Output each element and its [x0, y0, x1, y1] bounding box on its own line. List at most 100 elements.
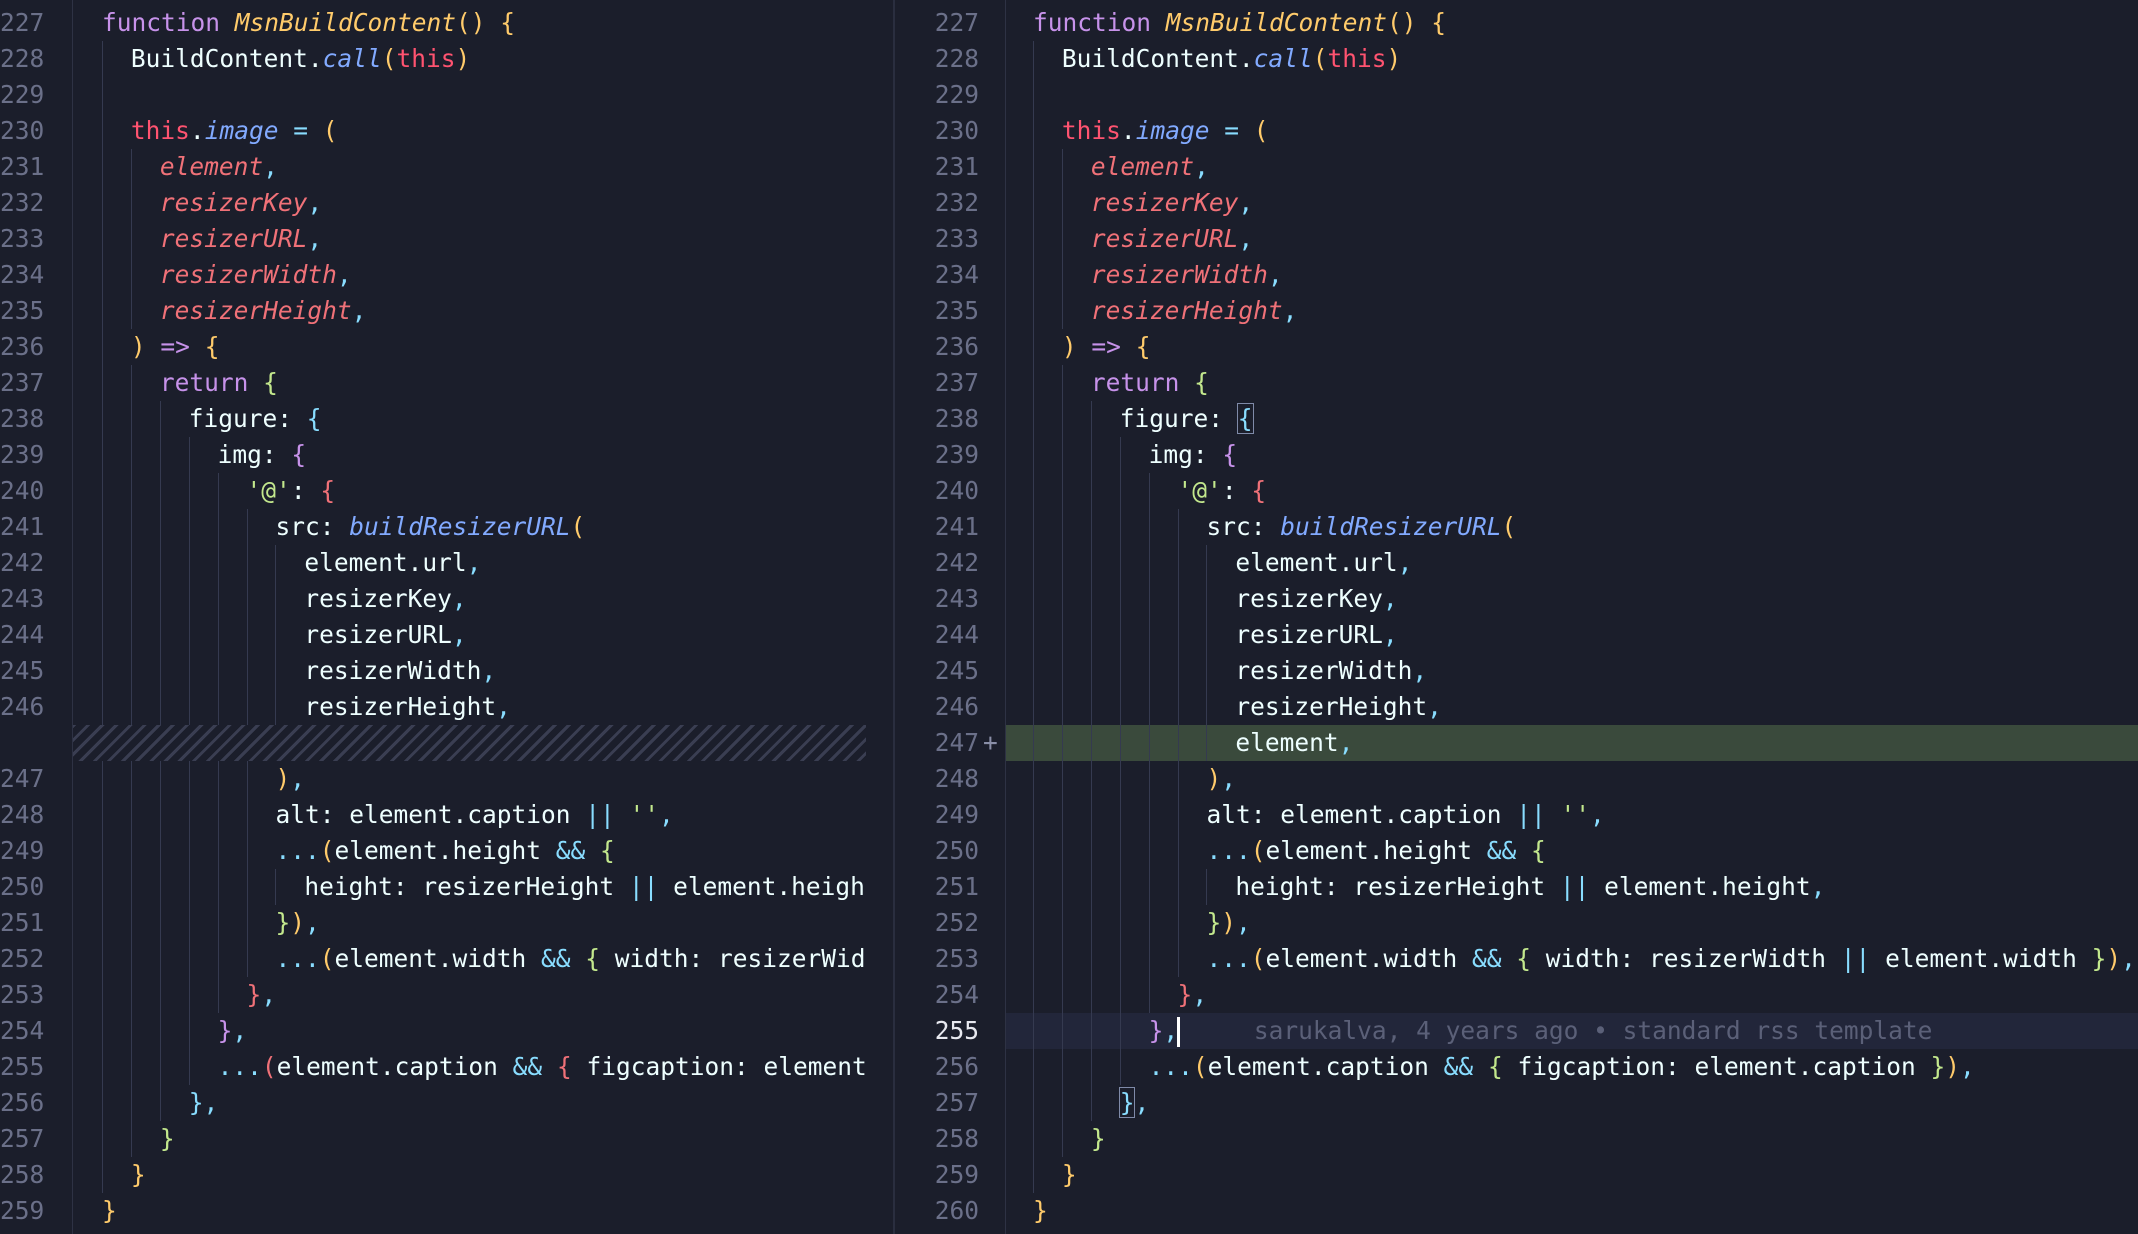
code-text[interactable]: '@': { [1178, 473, 1267, 509]
code-text[interactable]: } [1062, 1157, 1077, 1193]
code-line[interactable]: 245 resizerWidth, [895, 653, 2138, 689]
code-text[interactable]: alt: element.caption || '', [275, 797, 673, 833]
code-text[interactable]: ...(element.height && { [275, 833, 614, 869]
code-text[interactable]: }, [247, 977, 277, 1013]
code-text[interactable]: ) => { [1062, 329, 1151, 365]
code-line[interactable]: 244 resizerURL, [895, 617, 2138, 653]
code-line[interactable]: 251}), [0, 905, 866, 941]
code-line[interactable]: 235 resizerHeight, [895, 293, 2138, 329]
code-text[interactable]: resizerKey, [160, 185, 322, 221]
code-line[interactable]: 242 element.url, [895, 545, 2138, 581]
code-line[interactable]: 241 src: buildResizerURL( [895, 509, 2138, 545]
code-line[interactable]: 246 resizerHeight, [0, 689, 866, 725]
code-text[interactable]: } [1091, 1121, 1106, 1157]
code-line[interactable]: 238 figure: { [895, 401, 2138, 437]
code-line[interactable]: 255 ...(element.caption && { figcaption: … [0, 1049, 866, 1085]
code-line[interactable]: 251 height: resizerHeight || element.heig… [895, 869, 2138, 905]
code-line[interactable]: 259} [0, 1193, 866, 1229]
code-text[interactable]: }, [218, 1013, 248, 1049]
code-text[interactable]: ...(element.caption && { figcaption: ele… [218, 1049, 866, 1085]
code-text[interactable]: ...(element.width && { width: resizerWid… [275, 941, 866, 977]
code-line[interactable]: 231 element, [895, 149, 2138, 185]
code-text[interactable]: function MsnBuildContent() { [1033, 5, 1446, 41]
code-line[interactable]: 243 resizerKey, [0, 581, 866, 617]
code-line[interactable]: 259} [895, 1157, 2138, 1193]
code-text[interactable]: '@': { [247, 473, 336, 509]
code-text[interactable]: ...(element.caption && { figcaption: ele… [1149, 1049, 1975, 1085]
code-text[interactable]: element.url, [1235, 545, 1412, 581]
code-line[interactable]: 249 ...(element.height && { [0, 833, 866, 869]
code-text[interactable]: src: buildResizerURL( [1206, 509, 1516, 545]
code-line[interactable]: 227 function MsnBuildContent() { [0, 5, 866, 41]
code-line[interactable]: 245 resizerWidth, [0, 653, 866, 689]
code-line[interactable]: 249 alt: element.caption || '', [895, 797, 2138, 833]
code-line[interactable]: 243 resizerKey, [895, 581, 2138, 617]
code-line[interactable]: 232 resizerKey, [895, 185, 2138, 221]
code-text[interactable]: resizerHeight, [304, 689, 511, 725]
code-line[interactable]: 256 ...(element.caption && { figcaption: … [895, 1049, 2138, 1085]
code-text[interactable]: element, [1235, 725, 1353, 761]
code-text[interactable]: resizerKey, [304, 581, 466, 617]
code-line[interactable]: 236) => { [895, 329, 2138, 365]
code-text[interactable]: element, [1091, 149, 1209, 185]
code-line[interactable]: 229 [895, 77, 2138, 113]
code-text[interactable]: BuildContent.call(this) [1062, 41, 1401, 77]
code-text[interactable]: } [131, 1157, 146, 1193]
code-text[interactable]: ...(element.height && { [1206, 833, 1545, 869]
code-line[interactable]: 228 BuildContent.call(this) [895, 41, 2138, 77]
code-line[interactable]: 227 function MsnBuildContent() { [895, 5, 2138, 41]
code-line[interactable]: 237 return { [0, 365, 866, 401]
code-text[interactable]: img: { [218, 437, 307, 473]
code-text[interactable]: img: { [1149, 437, 1238, 473]
code-line[interactable]: 240 '@': { [0, 473, 866, 509]
code-line[interactable]: 232 resizerKey, [0, 185, 866, 221]
code-line[interactable]: 230 this.image = ( [0, 113, 866, 149]
code-line[interactable]: 240 '@': { [895, 473, 2138, 509]
code-line[interactable]: 233 resizerURL, [0, 221, 866, 257]
code-text[interactable]: }), [1206, 905, 1250, 941]
code-line[interactable]: 234 resizerWidth, [0, 257, 866, 293]
code-text[interactable]: figure: { [1120, 401, 1254, 437]
code-text[interactable]: src: buildResizerURL( [275, 509, 585, 545]
code-line[interactable]: 258} [0, 1157, 866, 1193]
code-text[interactable]: resizerURL, [160, 221, 322, 257]
code-text[interactable]: ) => { [131, 329, 220, 365]
code-text[interactable]: function MsnBuildContent() { [102, 5, 515, 41]
code-text[interactable]: resizerWidth, [304, 653, 496, 689]
diff-pane-modified[interactable]: 227 function MsnBuildContent() {228 BuildC… [895, 0, 2138, 1234]
code-line[interactable]: 234 resizerWidth, [895, 257, 2138, 293]
code-line[interactable]: 236) => { [0, 329, 866, 365]
code-text[interactable]: element, [160, 149, 278, 185]
pane-divider[interactable] [866, 0, 895, 1234]
code-text[interactable]: } [160, 1121, 175, 1157]
code-text[interactable]: figure: { [189, 401, 322, 437]
code-line[interactable]: 238 figure: { [0, 401, 866, 437]
code-text[interactable]: ...(element.width && { width: resizerWid… [1206, 941, 2135, 977]
code-text[interactable]: ), [275, 761, 305, 797]
code-line[interactable]: 235 resizerHeight, [0, 293, 866, 329]
code-line[interactable]: 241 src: buildResizerURL( [0, 509, 866, 545]
code-line[interactable]: 250 ...(element.height && { [895, 833, 2138, 869]
code-line[interactable]: 257}, [895, 1085, 2138, 1121]
code-line[interactable]: 242 element.url, [0, 545, 866, 581]
code-line[interactable]: 228 BuildContent.call(this) [0, 41, 866, 77]
code-line[interactable]: 247 + element, [895, 725, 2138, 761]
code-text[interactable]: resizerHeight, [160, 293, 367, 329]
code-line[interactable]: 255}, sarukalva, 4 years ago • standard … [895, 1013, 2138, 1049]
code-text[interactable]: resizerKey, [1091, 185, 1253, 221]
diff-pane-original[interactable]: 227 function MsnBuildContent() {228 BuildC… [0, 0, 866, 1234]
code-line[interactable]: 237 return { [895, 365, 2138, 401]
code-text[interactable]: resizerURL, [1235, 617, 1397, 653]
code-text[interactable]: height: resizerHeight || element.height [304, 869, 866, 905]
code-line[interactable]: 239 img: { [0, 437, 866, 473]
code-text[interactable]: BuildContent.call(this) [131, 41, 470, 77]
code-line[interactable]: 246 resizerHeight, [895, 689, 2138, 725]
code-text[interactable]: } [1033, 1193, 1048, 1229]
code-line[interactable]: 229 [0, 77, 866, 113]
code-text[interactable]: }, sarukalva, 4 years ago • standard rss… [1149, 1013, 1932, 1049]
code-text[interactable]: resizerURL, [304, 617, 466, 653]
code-text[interactable]: resizerHeight, [1235, 689, 1442, 725]
code-text[interactable]: alt: element.caption || '', [1206, 797, 1604, 833]
code-line[interactable]: 258} [895, 1121, 2138, 1157]
code-text[interactable]: this.image = ( [131, 113, 338, 149]
